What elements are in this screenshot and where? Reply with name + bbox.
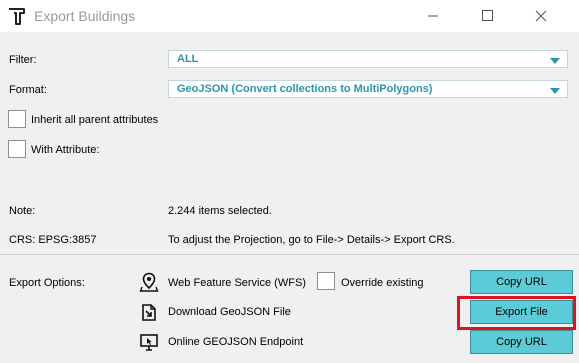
online-endpoint-label: Online GEOJSON Endpoint [168,336,304,348]
override-existing-checkbox[interactable] [317,272,335,290]
file-download-icon [139,302,159,322]
export-file-highlight [457,296,576,330]
chevron-down-icon [550,86,560,94]
format-label: Format: [9,84,47,96]
copy-url-button[interactable]: Copy URL [470,270,573,294]
app-logo-icon [7,6,27,26]
crs-label: CRS: EPSG:3857 [9,234,97,246]
filter-dropdown[interactable]: ALL [168,50,568,68]
filter-label: Filter: [9,54,37,66]
section-divider [0,254,579,255]
monitor-cursor-icon [139,332,159,352]
inherit-attributes-checkbox[interactable] [8,110,26,128]
map-pin-icon [139,272,159,292]
title-bar: Export Buildings [0,0,579,32]
wfs-label: Web Feature Service (WFS) [168,277,306,289]
note-label: Note: [9,205,36,217]
maximize-icon[interactable] [465,0,509,32]
override-existing-label: Override existing [341,277,424,289]
export-options-label: Export Options: [9,277,85,289]
inherit-attributes-label: Inherit all parent attributes [31,114,159,126]
minimize-icon[interactable] [411,0,455,32]
copy-url-endpoint-button[interactable]: Copy URL [470,330,573,354]
format-dropdown-value: GeoJSON (Convert collections to MultiPol… [177,83,433,95]
download-geojson-label: Download GeoJSON File [168,306,291,318]
chevron-down-icon [550,56,560,64]
with-attribute-checkbox[interactable] [8,140,26,158]
format-dropdown[interactable]: GeoJSON (Convert collections to MultiPol… [168,80,568,98]
crs-hint: To adjust the Projection, go to File-> D… [168,234,455,246]
with-attribute-label: With Attribute: [31,144,100,156]
note-value: 2.244 items selected. [168,205,272,217]
filter-dropdown-value: ALL [177,53,199,65]
window-title: Export Buildings [34,8,136,24]
close-icon[interactable] [519,0,563,32]
